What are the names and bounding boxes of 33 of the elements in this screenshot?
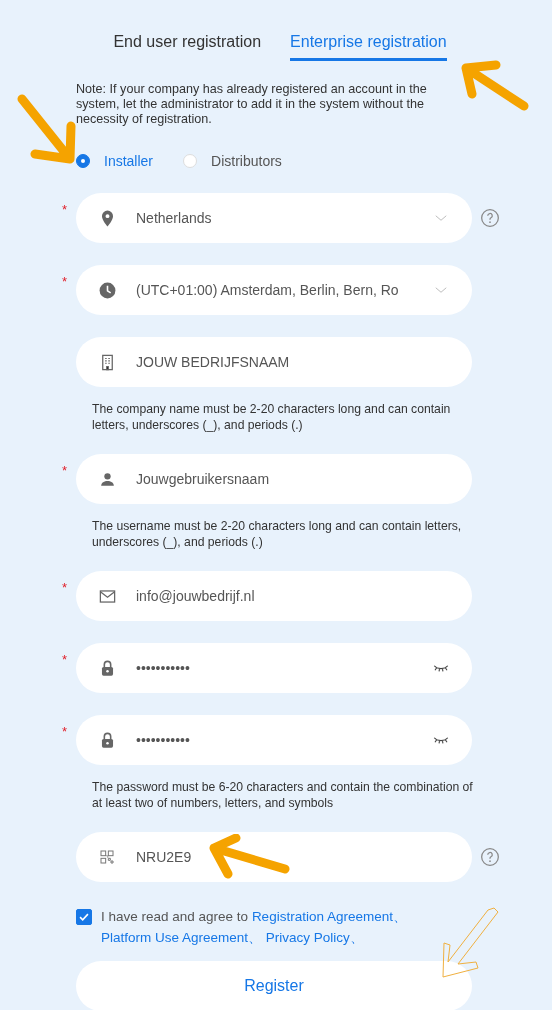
required-asterisk: * — [61, 581, 67, 594]
help-icon[interactable] — [480, 208, 500, 228]
qr-code-icon — [99, 849, 115, 865]
radio-label[interactable]: Distributors — [211, 153, 282, 169]
input-field[interactable]: info@jouwbedrijf.nl — [76, 571, 472, 621]
tab[interactable]: Enterprise registration — [290, 32, 447, 61]
select-field[interactable]: (UTC+01:00) Amsterdam, Berlin, Bern, Ro — [76, 265, 472, 315]
tab[interactable]: End user registration — [113, 32, 262, 61]
input-field[interactable]: ••••••••••• — [76, 643, 472, 693]
hint-text: The username must be 2-20 characters long and can contain letters, underscores (_), and periods (.) — [92, 518, 463, 550]
note-text: Note: If your company has already registered an account in the system, let the administrator to add it in the system without the necessity of registration. — [76, 82, 428, 127]
checkbox[interactable] — [76, 909, 92, 925]
agreement-text: I have read and agree to Registration Agreement、 Platform Use Agreement、 Privacy Policy、 — [101, 908, 408, 947]
hint-text: The password must be 6-20 characters and contain the combination of at least two of numbers, letters, and symbols — [92, 779, 474, 811]
radio-label[interactable]: Installer — [104, 153, 154, 169]
select-field[interactable]: Netherlands — [76, 193, 472, 243]
register-button[interactable]: Register — [76, 961, 472, 1010]
input-field[interactable]: NRU2E9 — [76, 832, 472, 882]
hint-text: The company name must be 2-20 characters long and can contain letters, underscores (_), and periods (.) — [92, 401, 452, 433]
required-asterisk: * — [61, 653, 67, 666]
clock-icon — [98, 280, 117, 300]
required-asterisk: * — [61, 464, 67, 477]
input-field[interactable]: ••••••••••• — [76, 715, 472, 765]
input-field[interactable]: Jouwgebruikersnaam — [76, 454, 472, 504]
required-asterisk: * — [61, 725, 67, 738]
agreement-link[interactable]: Registration Agreement、 — [251, 909, 407, 924]
help-icon[interactable] — [480, 847, 500, 867]
radio-button[interactable] — [76, 154, 90, 168]
required-asterisk: * — [61, 275, 67, 288]
required-asterisk: * — [61, 203, 67, 216]
agreement-link[interactable]: Privacy Policy、 — [265, 930, 364, 945]
agreement-link[interactable]: Platform Use Agreement、 — [101, 930, 263, 945]
input-field[interactable]: JOUW BEDRIJFSNAAM — [76, 337, 472, 387]
